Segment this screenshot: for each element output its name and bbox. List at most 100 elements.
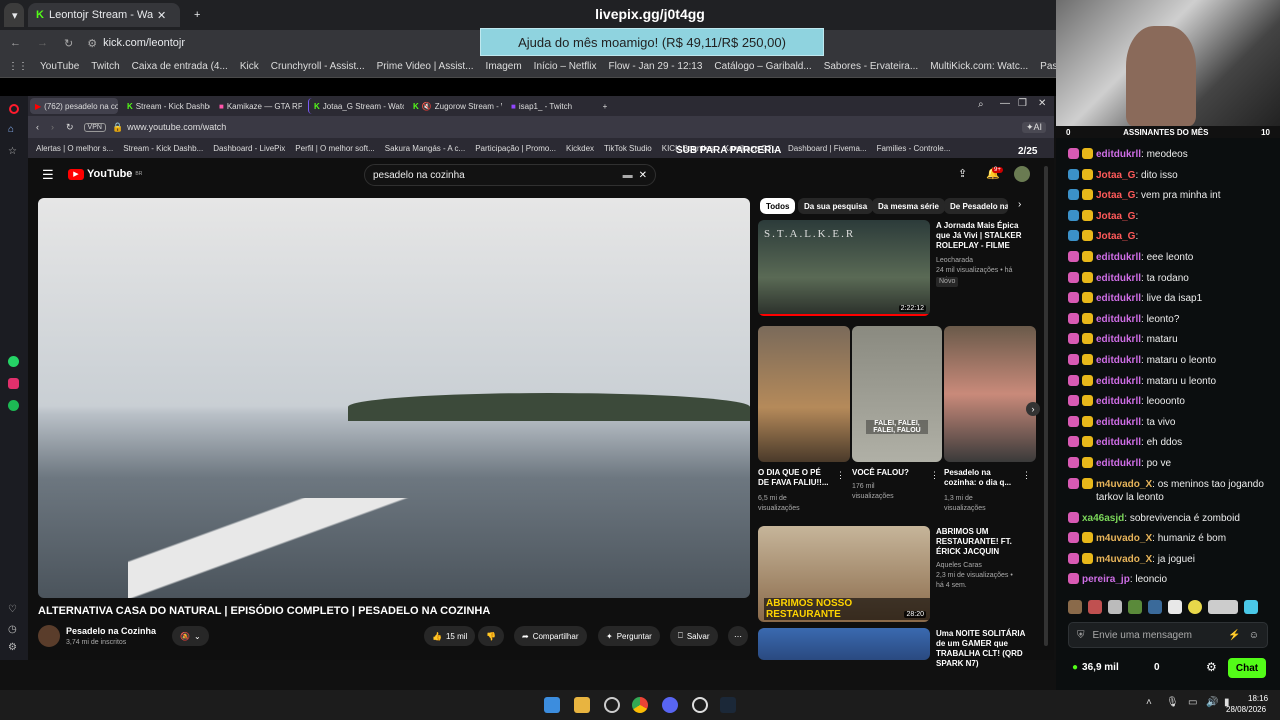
chat-username[interactable]: editdukrll xyxy=(1096,458,1141,469)
short-title[interactable]: VOCÊ FALOU? xyxy=(852,468,928,478)
share-button[interactable]: ➦ Compartilhar xyxy=(514,626,587,646)
chrome-icon[interactable] xyxy=(632,697,648,713)
file-explorer-icon[interactable] xyxy=(574,697,590,713)
short-title[interactable]: Pesadelo na cozinha: o dia q... xyxy=(944,468,1020,488)
heart-icon[interactable]: ♡ xyxy=(8,604,17,615)
inner-tab-jotaa[interactable]: KJotaa_G Stream - Watch Li xyxy=(308,98,404,114)
bookmark-item[interactable]: Imagem xyxy=(486,61,522,72)
chevron-right-icon[interactable]: › xyxy=(1018,199,1021,210)
bookmark-item[interactable]: Kickdex xyxy=(566,144,594,153)
bookmark-item[interactable]: Families - Controle... xyxy=(877,144,951,153)
outer-tab-kick[interactable]: K Leontojr Stream - Watch Live o ✕ xyxy=(28,3,180,27)
avatar[interactable] xyxy=(1014,166,1030,182)
bookmark-item[interactable]: Kick xyxy=(240,61,259,72)
recommended-thumbnail[interactable]: ABRIMOS NOSSO RESTAURANTE 28:20 xyxy=(758,526,930,622)
recommended-title[interactable]: A Jornada Mais Épica que Já Vivi | STALK… xyxy=(936,221,1028,251)
network-icon[interactable]: ▭ xyxy=(1188,697,1197,708)
bookmark-item[interactable]: Stream - Kick Dashb... xyxy=(123,144,203,153)
emote-icon[interactable] xyxy=(1068,600,1082,614)
bookmark-item[interactable]: Alertas | O melhor s... xyxy=(36,144,113,153)
short-thumbnail[interactable] xyxy=(944,326,1036,462)
chat-username[interactable]: editdukrll xyxy=(1096,273,1141,284)
bookmark-item[interactable]: Flow - Jan 29 - 12:13 xyxy=(608,61,702,72)
more-options-icon[interactable]: ⋮ xyxy=(836,470,845,481)
chat-username[interactable]: m4uvado_X xyxy=(1096,533,1152,544)
star-icon[interactable]: ☆ xyxy=(8,146,17,157)
chat-username[interactable]: editdukrll xyxy=(1096,334,1141,345)
clock-date[interactable]: 28/08/2026 xyxy=(1226,705,1266,714)
inner-tab-kamikaze[interactable]: ■ Kamikaze — GTA RP xyxy=(214,98,302,114)
inner-new-tab-button[interactable]: + xyxy=(598,98,612,114)
mic-icon[interactable]: 🎙 xyxy=(1166,697,1179,708)
obs-icon[interactable] xyxy=(604,697,620,713)
recommended-channel[interactable]: Leocharada xyxy=(936,256,973,266)
emote-icon[interactable] xyxy=(1088,600,1102,614)
back-icon[interactable]: ← xyxy=(10,37,21,49)
chat-username[interactable]: editdukrll xyxy=(1096,149,1141,160)
send-chat-button[interactable]: Chat xyxy=(1228,658,1266,678)
recommended-thumbnail[interactable]: S.T.A.L.K.E.R 2:22:12 xyxy=(758,220,930,316)
chat-username[interactable]: Jotaa_G xyxy=(1096,231,1135,242)
chat-username[interactable]: Jotaa_G xyxy=(1096,211,1135,222)
notification-bell-button[interactable]: 🔕 ⌄ xyxy=(172,626,209,646)
hamburger-menu-icon[interactable]: ☰ xyxy=(42,167,54,183)
home-icon[interactable]: ⌂ xyxy=(8,124,14,135)
chat-username[interactable]: editdukrll xyxy=(1096,355,1141,366)
more-actions-button[interactable]: ⋯ xyxy=(728,626,748,646)
forward-icon[interactable]: › xyxy=(51,122,54,132)
forward-icon[interactable]: → xyxy=(37,37,48,49)
chip-from-search[interactable]: Da sua pesquisa xyxy=(798,198,874,214)
emote-icon[interactable] xyxy=(1148,600,1162,614)
emote-icon[interactable] xyxy=(1108,600,1122,614)
bookmark-item[interactable]: Dashboard - LivePix xyxy=(213,144,285,153)
short-title[interactable]: O DIA QUE O PÉ DE FAVA FALIU!!... xyxy=(758,468,834,488)
bookmark-item[interactable]: Crunchyroll - Assist... xyxy=(271,61,365,72)
app-icon[interactable] xyxy=(692,697,708,713)
chat-username[interactable]: xa46asjd xyxy=(1082,513,1124,524)
windows-start-icon[interactable] xyxy=(544,697,560,713)
chat-username[interactable]: editdukrll xyxy=(1096,417,1141,428)
inner-url-field[interactable]: www.youtube.com/watch xyxy=(127,122,226,132)
bookmark-item[interactable]: Dashboard | Fivema... xyxy=(788,144,867,153)
history-icon[interactable]: ◷ xyxy=(8,624,17,635)
bookmark-item[interactable]: MultiKick.com: Watc... xyxy=(930,61,1028,72)
site-info-icon[interactable]: ⚙ xyxy=(87,37,97,50)
chat-username[interactable]: editdukrll xyxy=(1096,437,1141,448)
chip-from-channel[interactable]: De Pesadelo na xyxy=(944,198,1008,214)
recommended-title[interactable]: Uma NOITE SOLITÁRIA de um GAMER que TRAB… xyxy=(936,629,1032,669)
chat-username[interactable]: pereira_jp xyxy=(1082,574,1130,585)
emote-icon[interactable] xyxy=(1168,600,1182,614)
whatsapp-icon[interactable] xyxy=(8,356,19,367)
inner-tab-zugorow[interactable]: K🔇Zugorow Stream - Wa xyxy=(408,98,502,114)
chat-username[interactable]: editdukrll xyxy=(1096,252,1141,263)
bookmark-item[interactable]: Sabores - Ervateira... xyxy=(824,61,918,72)
channel-name[interactable]: Pesadelo na Cozinha xyxy=(66,626,156,636)
recommended-title[interactable]: ABRIMOS UM RESTAURANTE! FT. ÉRICK JACQUI… xyxy=(936,527,1028,557)
bookmark-item[interactable]: Catálogo – Garibald... xyxy=(714,61,811,72)
emoji-icon[interactable]: ☺ xyxy=(1249,630,1259,641)
like-button[interactable]: 👍 15 mil xyxy=(424,626,476,646)
ai-button[interactable]: ✦AI xyxy=(1021,121,1046,133)
bookmark-item[interactable]: Participação | Promo... xyxy=(475,144,556,153)
reload-icon[interactable]: ↻ xyxy=(66,122,74,133)
inner-tab-kick-dashboard[interactable]: KStream - Kick Dashboard xyxy=(122,98,210,114)
minimize-icon[interactable]: — xyxy=(1000,98,1010,109)
back-icon[interactable]: ‹ xyxy=(36,122,39,132)
bookmark-item[interactable]: TikTok Studio xyxy=(604,144,652,153)
short-thumbnail[interactable]: FALEI, FALEI, FALEI, FALOU xyxy=(852,326,942,462)
more-options-icon[interactable]: ⋮ xyxy=(930,470,939,481)
bookmark-item[interactable]: Past xyxy=(1040,61,1056,72)
more-options-icon[interactable]: ⋮ xyxy=(1022,470,1031,481)
emote-icon[interactable] xyxy=(1208,600,1238,614)
chat-username[interactable]: editdukrll xyxy=(1096,314,1141,325)
inner-tab-twitch[interactable]: ■ isap1_ - Twitch xyxy=(506,98,592,114)
vpn-badge[interactable]: VPN xyxy=(83,122,106,132)
channel-avatar[interactable] xyxy=(38,625,60,647)
short-thumbnail[interactable] xyxy=(758,326,850,462)
chat-username[interactable]: Jotaa_G xyxy=(1096,170,1135,181)
outer-url-field[interactable]: kick.com/leontojr xyxy=(103,37,185,49)
video-player[interactable] xyxy=(38,198,750,598)
apps-icon[interactable]: ⋮⋮ xyxy=(8,61,28,72)
ask-button[interactable]: ✦ Perguntar xyxy=(598,626,660,646)
chat-username[interactable]: m4uvado_X xyxy=(1096,554,1152,565)
